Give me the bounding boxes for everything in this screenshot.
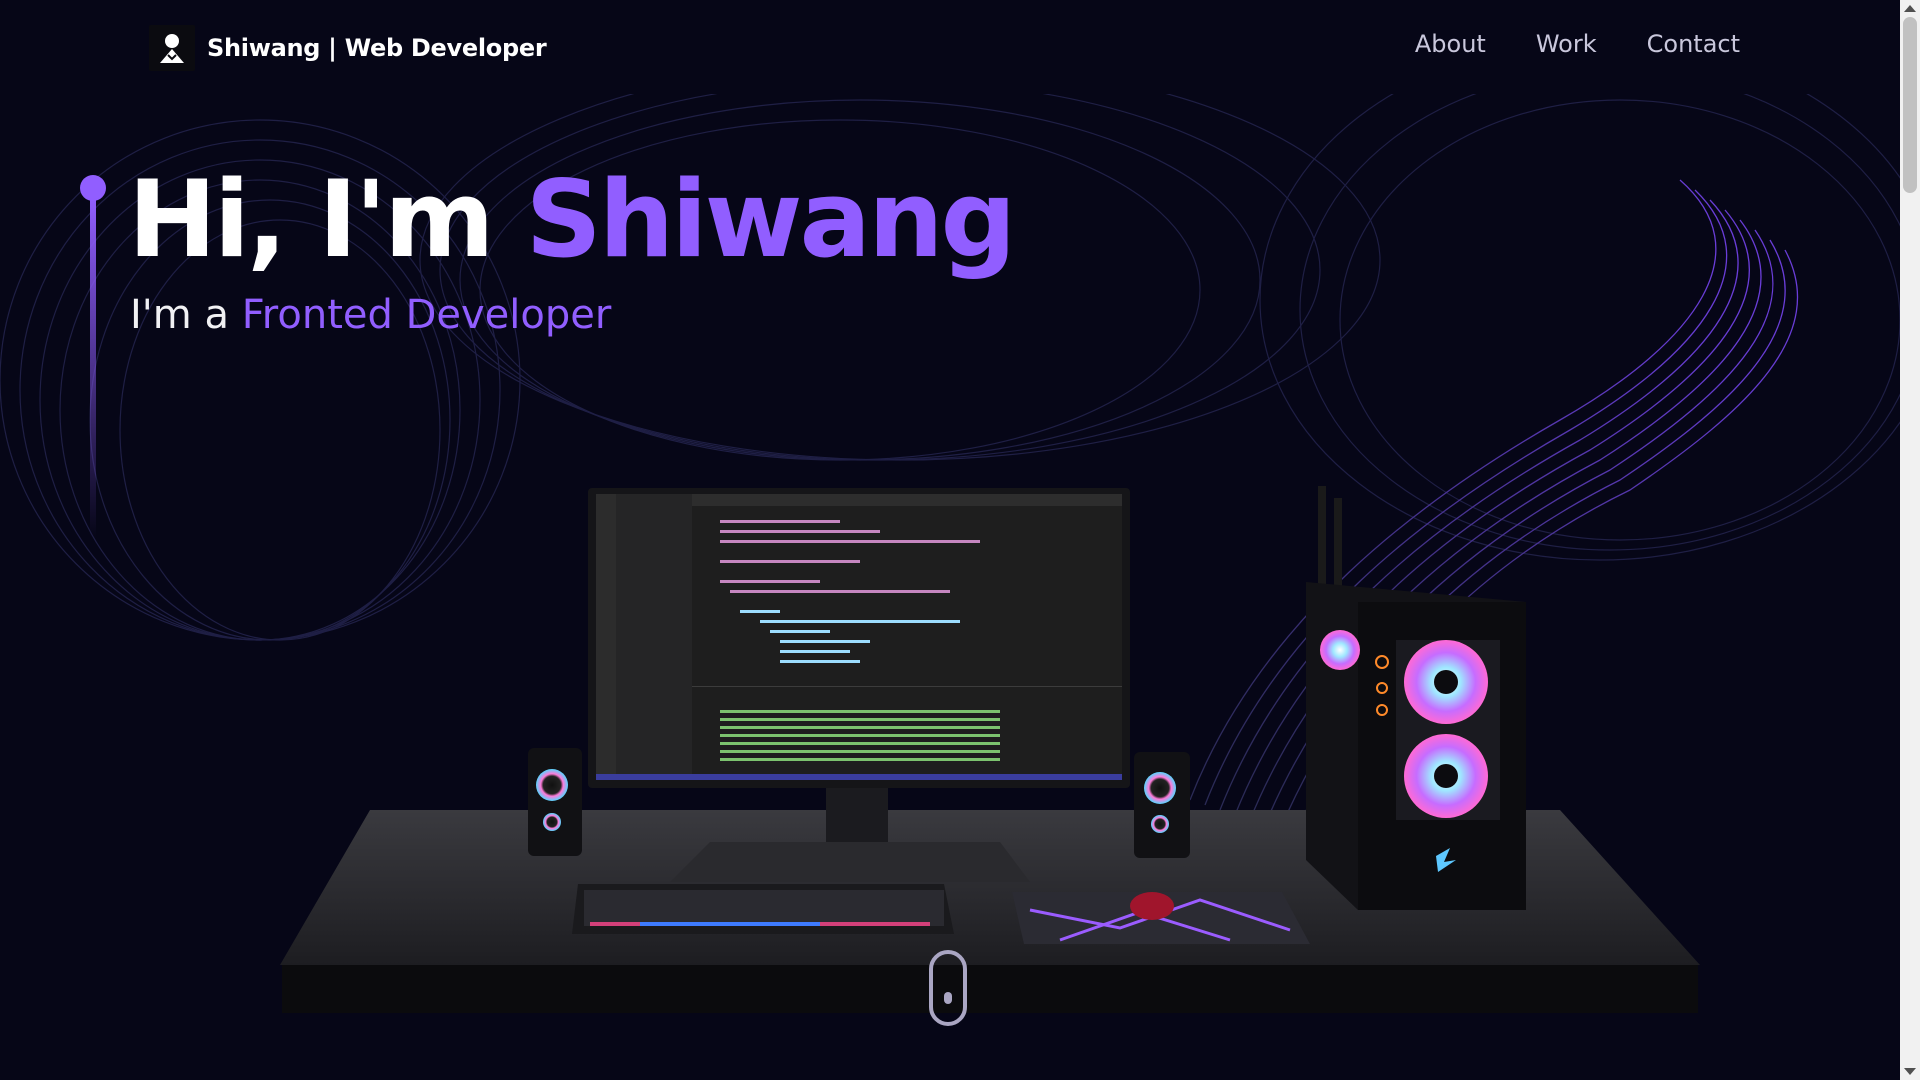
desk-front (282, 965, 1698, 1013)
monitor-base (670, 842, 1030, 882)
monitor (588, 488, 1130, 788)
desk-setup-3d-scene[interactable] (0, 0, 1920, 1080)
pc-tower (1306, 486, 1526, 910)
monitor-stand (826, 784, 888, 844)
left-speaker (528, 748, 582, 856)
right-speaker (1134, 752, 1190, 858)
scroll-knob (944, 992, 952, 1004)
scroll-thumb[interactable] (1903, 17, 1917, 193)
scroll-up-arrow-icon[interactable] (1904, 5, 1916, 12)
keyboard (572, 884, 954, 934)
page-scrollbar[interactable] (1900, 0, 1920, 1080)
mouse-scroll-icon[interactable] (929, 950, 967, 1026)
scroll-down-arrow-icon[interactable] (1904, 1068, 1916, 1075)
mousepad (1012, 892, 1310, 944)
